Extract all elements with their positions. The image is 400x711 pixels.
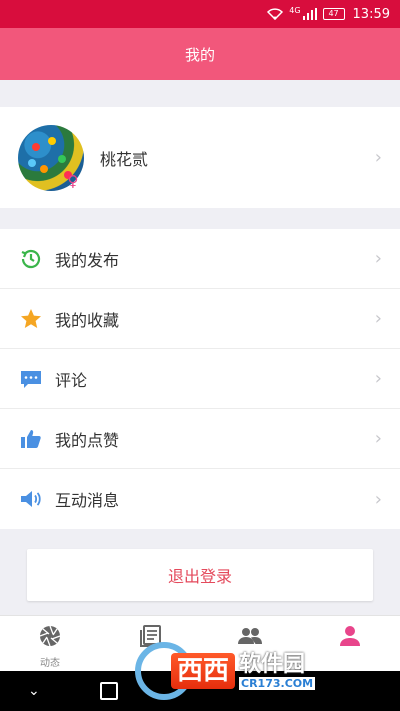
- watermark-right: 软件园 CR173.COM: [239, 651, 316, 690]
- page-title: 我的: [184, 45, 215, 64]
- title-bar: 我的: [0, 28, 400, 80]
- comment-icon: [18, 366, 44, 392]
- menu-item-label: 互动消息: [55, 491, 120, 510]
- speaker-icon: [18, 486, 44, 512]
- username: 桃花贰: [100, 149, 149, 169]
- menu-item-label: 我的点赞: [55, 430, 120, 450]
- profile-row[interactable]: 桃花贰 ›: [0, 107, 400, 208]
- watermark-box-text: 西西: [171, 653, 236, 689]
- status-time: 13:59: [352, 6, 390, 22]
- menu-item-comments[interactable]: 评论 ›: [0, 349, 400, 409]
- watermark-title: 软件园: [239, 651, 306, 677]
- menu-item-my-posts[interactable]: 我的发布 ›: [0, 229, 400, 289]
- network-type: 4G: [289, 5, 301, 15]
- logout-button[interactable]: 退出登录: [27, 549, 373, 601]
- recent-apps-icon[interactable]: [99, 682, 118, 700]
- chevron-right-icon: ›: [374, 147, 382, 168]
- wifi-icon: [267, 8, 284, 20]
- menu-list: 我的发布 › 我的收藏 › 评论 › 我的点赞 › 互动消息 ›: [0, 229, 400, 529]
- chevron-right-icon: ›: [374, 308, 382, 329]
- menu-item-my-favorites[interactable]: 我的收藏 ›: [0, 289, 400, 349]
- history-icon: [18, 246, 44, 272]
- tab-feed[interactable]: 动态: [0, 616, 100, 671]
- chevron-right-icon: ›: [374, 488, 382, 510]
- status-bar: 4G 47 13:59: [0, 0, 400, 28]
- menu-item-label: 评论: [55, 370, 88, 390]
- menu-item-label: 我的收藏: [55, 310, 120, 330]
- female-icon: ♀: [67, 172, 79, 190]
- watermark-logo: 西西 软件园 CR173.COM: [135, 642, 375, 700]
- chevron-right-icon: ›: [374, 428, 382, 449]
- menu-item-label: 我的发布: [55, 250, 120, 270]
- watermark-url: CR173.COM: [239, 676, 316, 690]
- battery-indicator: 47: [322, 8, 345, 20]
- tab-label: 动态: [40, 658, 60, 669]
- signal-icon: [302, 8, 317, 20]
- chevron-right-icon: ›: [374, 248, 382, 269]
- back-chevron-icon[interactable]: ⌄: [28, 683, 40, 699]
- aperture-icon: [39, 625, 61, 651]
- star-icon: [18, 306, 44, 332]
- menu-item-interaction-messages[interactable]: 互动消息 ›: [0, 469, 400, 529]
- menu-item-my-likes[interactable]: 我的点赞 ›: [0, 409, 400, 469]
- thumbs-up-icon: [18, 426, 44, 452]
- chevron-right-icon: ›: [374, 368, 382, 389]
